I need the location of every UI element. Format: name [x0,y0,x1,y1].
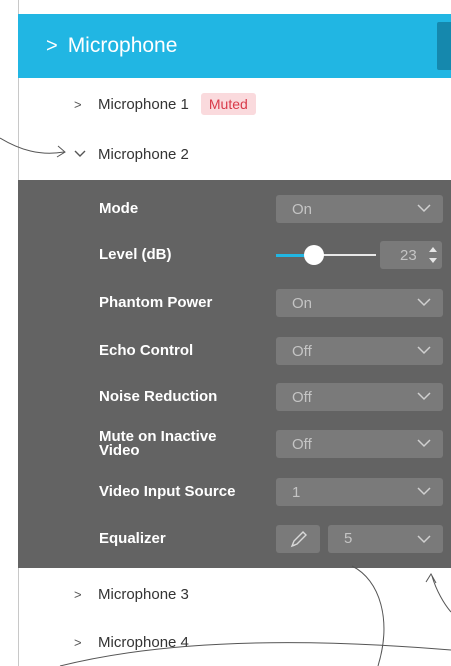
microphone-label: Microphone 2 [98,145,189,163]
pencil-icon [290,531,307,548]
video-input-source-row: Video Input Source 1 [18,469,451,515]
noise-reduction-label: Noise Reduction [99,388,218,405]
equalizer-value: 5 [344,530,353,547]
chevron-down-icon [417,204,431,213]
header-side-tab[interactable] [437,22,451,70]
section-title: Microphone [67,34,178,57]
mute-inactive-video-row: Mute on Inactive Video Off [18,421,451,467]
microphone-label: Microphone 1 [98,95,189,113]
video-input-source-select[interactable]: 1 [276,478,443,506]
microphone-label: Microphone 3 [98,585,189,603]
microphone-3-item[interactable]: > Microphone 3 [18,570,451,618]
mute-inactive-video-label: Mute on Inactive Video [99,428,217,459]
chevron-right-icon: > [74,96,82,112]
level-label: Level (dB) [99,246,172,263]
noise-reduction-value: Off [292,388,312,406]
chevron-down-icon [417,487,431,496]
chevron-down-icon [417,298,431,307]
microphone-label: Microphone 4 [98,633,189,651]
microphone-1-item[interactable]: > Microphone 1 Muted [18,80,451,128]
microphone-2-settings: Mode On Level (dB) 23 Phantom Power On E… [18,180,451,568]
mode-value: On [292,200,313,218]
chevron-down-icon [417,439,431,448]
mute-inactive-video-select[interactable]: Off [276,430,443,458]
chevron-down-icon [417,392,431,401]
equalizer-row: Equalizer 5 [18,516,451,562]
microphone-4-item[interactable]: > Microphone 4 [18,618,451,666]
level-value: 23 [400,247,417,264]
microphone-2-item[interactable]: Microphone 2 [18,130,451,178]
chevron-down-icon [417,535,431,544]
chevron-right-icon: > [46,34,58,57]
edit-equalizer-button[interactable] [276,525,320,553]
level-row: Level (dB) 23 [18,232,451,278]
phantom-power-select[interactable]: On [276,289,443,317]
echo-control-value: Off [292,342,312,360]
echo-control-label: Echo Control [99,342,194,359]
chevron-right-icon: > [74,586,82,602]
equalizer-select[interactable]: 5 [328,525,443,553]
level-slider-handle[interactable] [304,245,324,265]
noise-reduction-select[interactable]: Off [276,383,443,411]
video-input-source-label: Video Input Source [99,483,236,500]
mode-label: Mode [99,200,139,217]
mode-row: Mode On [18,186,451,232]
chevron-down-icon [417,346,431,355]
phantom-power-row: Phantom Power On [18,280,451,326]
mode-select[interactable]: On [276,195,443,223]
chevron-down-icon [74,147,88,161]
echo-control-select[interactable]: Off [276,337,443,365]
section-header-microphone[interactable]: > Microphone [18,14,451,78]
chevron-right-icon: > [74,634,82,650]
equalizer-label: Equalizer [99,530,166,547]
muted-badge: Muted [200,93,256,115]
video-input-source-value: 1 [292,483,301,501]
mute-inactive-video-value: Off [292,435,312,453]
phantom-power-value: On [292,294,313,312]
stepper-icon[interactable] [427,244,439,266]
level-number-input[interactable]: 23 [380,241,442,269]
phantom-power-label: Phantom Power [99,294,213,311]
noise-reduction-row: Noise Reduction Off [18,374,451,420]
echo-control-row: Echo Control Off [18,328,451,374]
